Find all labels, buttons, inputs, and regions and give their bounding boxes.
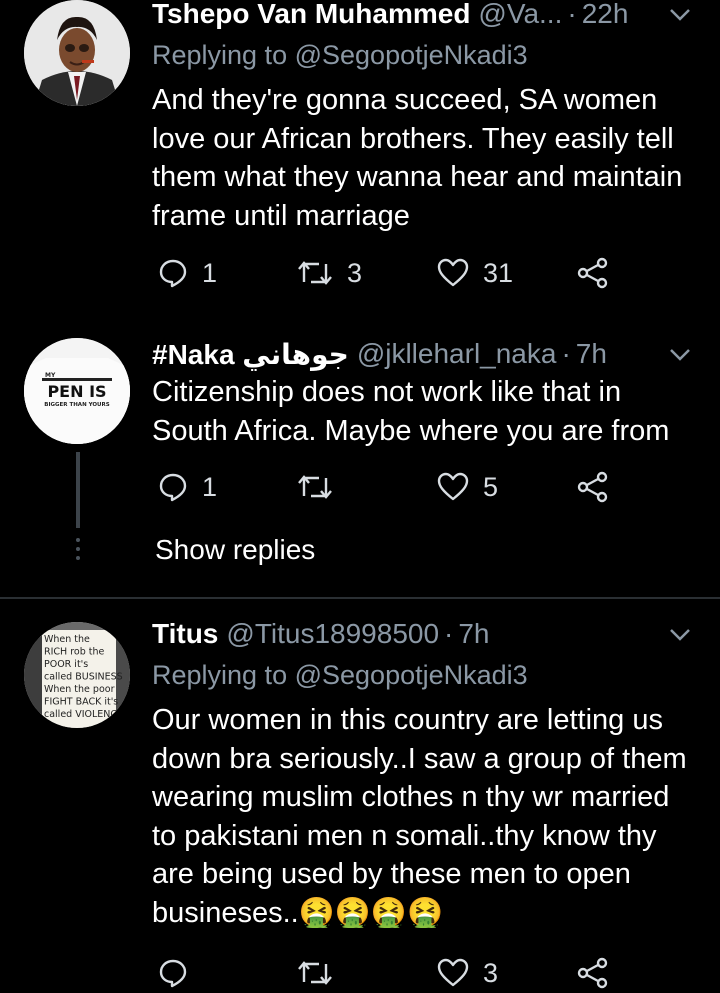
retweet-icon: [298, 475, 332, 499]
share-icon: [577, 257, 608, 289]
tweet-actions: 3: [152, 953, 622, 993]
tweet-text: And they're gonna succeed, SA women love…: [152, 84, 683, 232]
show-replies-link[interactable]: Show replies: [155, 534, 315, 566]
avatar[interactable]: MY PEN IS BIGGER THAN YOURS: [24, 338, 130, 444]
timestamp[interactable]: 7h: [458, 618, 489, 650]
tweet[interactable]: When the RICH rob the POOR it's called BUSI…: [0, 600, 720, 989]
reply-button[interactable]: 1: [158, 467, 217, 507]
like-count: 5: [483, 471, 499, 502]
like-button[interactable]: 5: [437, 467, 498, 507]
separator-dot: ·: [567, 0, 577, 29]
tweet[interactable]: Tshepo Van Muhammed @Va... · 22h Replyin…: [0, 0, 720, 300]
replying-to-label: Replying to: [152, 40, 288, 70]
avatar-image: When the RICH rob thePOOR it's called BUSI…: [24, 622, 130, 728]
chevron-down-icon[interactable]: [666, 340, 694, 368]
share-button[interactable]: [577, 467, 609, 507]
avatar[interactable]: When the RICH rob the POOR it's called BUSI…: [24, 622, 130, 728]
avatar-image: [24, 0, 130, 106]
reply-icon: [159, 259, 187, 288]
retweet-button[interactable]: 3: [297, 253, 362, 293]
sign-text-line: called VIOLENCE: [44, 709, 123, 720]
reply-button[interactable]: 1: [158, 253, 217, 293]
thread-line: [76, 452, 80, 528]
svg-text:MY: MY: [45, 372, 56, 379]
sign-text-line: RICH rob the: [44, 647, 105, 658]
reply-button[interactable]: [158, 953, 202, 993]
timestamp[interactable]: 7h: [576, 338, 607, 370]
sign-text-line: FIGHT BACK it's: [44, 697, 118, 708]
author-handle[interactable]: @jklleharl_naka: [357, 338, 557, 370]
like-count: 3: [483, 957, 499, 988]
retweet-count: 3: [347, 257, 363, 288]
replying-to-mention[interactable]: @SegopotjeNkadi3: [295, 40, 528, 70]
replying-to-line: Replying to @SegopotjeNkadi3: [152, 660, 528, 691]
tweet-actions: 1 3 31: [152, 253, 622, 293]
tweet-text: Citizenship does not work like that in S…: [152, 376, 670, 447]
retweet-icon: [298, 961, 332, 985]
timestamp[interactable]: 22h: [582, 0, 629, 30]
svg-text:BIGGER THAN YOURS: BIGGER THAN YOURS: [44, 402, 109, 408]
sign-text-line: When the: [44, 634, 90, 645]
separator-dot: ·: [444, 618, 454, 649]
author-name[interactable]: Titus: [152, 618, 218, 650]
sign-text-line: When the poor: [44, 684, 115, 695]
separator-dot: ·: [561, 338, 571, 369]
retweet-button[interactable]: [297, 467, 347, 507]
divider: [0, 597, 720, 599]
share-button[interactable]: [577, 953, 609, 993]
tweet-text-content: Our women in this country are letting us…: [152, 704, 687, 929]
retweet-icon: [298, 261, 332, 285]
author-handle[interactable]: @Titus18998500: [226, 618, 439, 650]
replying-to-line: Replying to @SegopotjeNkadi3: [152, 40, 528, 71]
svg-text:PEN IS: PEN IS: [47, 382, 106, 401]
author-name[interactable]: #Naka جوهاني: [152, 338, 349, 371]
replying-to-mention[interactable]: @SegopotjeNkadi3: [295, 660, 528, 690]
chevron-down-icon[interactable]: [666, 0, 694, 28]
share-button[interactable]: [577, 253, 609, 293]
like-button[interactable]: 3: [437, 953, 498, 993]
chevron-down-icon[interactable]: [666, 620, 694, 648]
sign-text-line: called BUSINESS: [44, 672, 123, 683]
avatar[interactable]: [24, 0, 130, 106]
share-icon: [577, 471, 608, 503]
share-icon: [577, 957, 608, 989]
like-button[interactable]: 31: [437, 253, 513, 293]
reply-count: 1: [202, 257, 218, 288]
tweet-actions: 1 5: [152, 467, 622, 507]
replying-to-label: Replying to: [152, 660, 288, 690]
avatar-image: MY PEN IS BIGGER THAN YOURS: [24, 338, 130, 444]
author-handle[interactable]: @Va...: [478, 0, 562, 30]
heart-icon: [437, 258, 469, 287]
thread-dots: [76, 538, 80, 565]
heart-icon: [437, 472, 469, 501]
retweet-button[interactable]: [297, 953, 347, 993]
reply-icon: [159, 473, 187, 502]
tweet[interactable]: MY PEN IS BIGGER THAN YOURS #Naka جوهاني…: [0, 300, 720, 600]
like-count: 31: [483, 257, 514, 288]
vomit-emoji: 🤮🤮🤮🤮: [298, 896, 444, 929]
tweet-text: Our women in this country are letting us…: [152, 701, 697, 932]
author-name[interactable]: Tshepo Van Muhammed: [152, 0, 470, 30]
reply-icon: [159, 959, 187, 988]
heart-icon: [437, 958, 469, 987]
reply-count: 1: [202, 471, 218, 502]
sign-text-line: POOR it's: [44, 659, 88, 670]
